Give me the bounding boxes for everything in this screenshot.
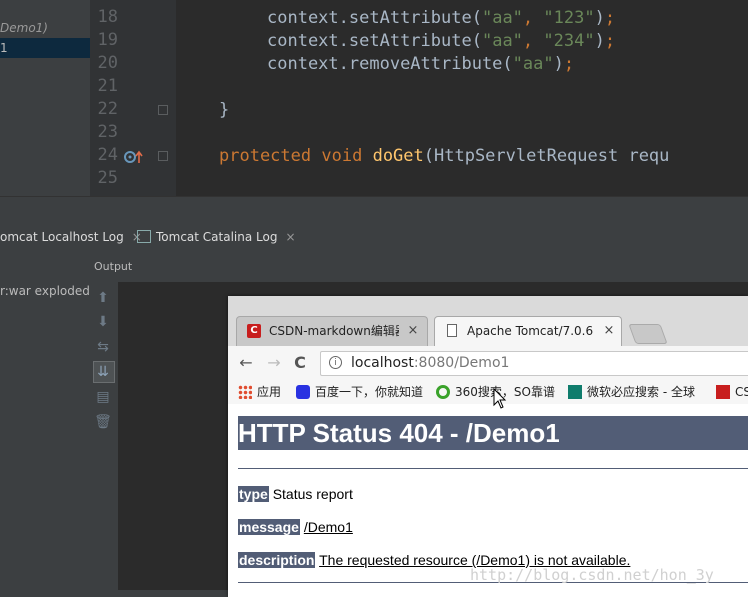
bookmark-apps[interactable]: 应用 [238,380,281,404]
line-number: 18 [97,7,118,27]
tab-catalina-log[interactable]: Tomcat Catalina Log × [137,222,296,252]
deploy-header [0,252,90,282]
360-icon [436,384,450,399]
mouse-cursor-icon [493,388,507,409]
project-tree-item[interactable]: Demo1) [0,18,90,38]
address-bar[interactable]: i localhost:8080/Demo1 [320,351,748,376]
scroll-to-end-icon[interactable]: ⇊ [94,363,112,381]
project-tree-item-selected[interactable]: 1 [0,38,90,58]
tab-localhost-log[interactable]: omcat Localhost Log × [0,222,142,252]
bing-icon [568,384,582,399]
deployment-list [0,282,90,597]
bookmark-csdn[interactable]: CS [716,380,748,404]
arrow-down-icon[interactable]: ⬇ [94,313,112,331]
log-icon [137,230,151,243]
output-header [90,252,748,282]
apps-icon [238,384,252,399]
tab-title: CSDN-markdown编辑器 [269,324,399,338]
info-icon[interactable]: i [329,356,342,369]
watermark: http://blog.csdn.net/hon_3y [470,566,714,584]
browser-tab-csdn[interactable]: C CSDN-markdown编辑器 × [236,316,428,346]
browser-window: C CSDN-markdown编辑器 × Apache Tomcat/7.0.6… [228,296,748,597]
new-tab-button[interactable] [628,324,668,344]
line-number: 20 [97,53,118,73]
output-label: Output [94,260,133,273]
browser-tab-tomcat[interactable]: Apache Tomcat/7.0.6 - × [434,316,622,346]
arrow-up-icon[interactable]: ⬆ [94,289,112,307]
line-number: 24 [97,145,118,165]
fold-marker-icon[interactable] [158,151,168,161]
csdn-favicon-icon: C [247,324,261,338]
close-icon[interactable]: × [601,323,617,339]
code-line-22: } [219,100,230,120]
trash-icon[interactable]: 🗑 [94,413,112,431]
print-icon[interactable]: ▤ [94,388,112,406]
close-icon[interactable]: × [285,230,295,244]
line-number: 19 [97,30,118,50]
message-row: message /Demo1 [238,519,353,535]
fold-marker-icon[interactable] [158,105,168,115]
panel-splitter[interactable] [0,196,748,223]
override-method-icon[interactable] [124,149,146,165]
type-row: type Status report [238,486,353,502]
line-number: 22 [97,99,118,119]
document-favicon-icon [447,324,457,337]
baidu-icon [296,384,310,399]
bookmark-baidu[interactable]: 百度一下，你就知道 [296,380,423,404]
tab-title: Apache Tomcat/7.0.6 - [467,324,595,338]
line-number: 21 [97,76,118,96]
forward-button[interactable]: → [264,353,284,373]
code-line-20: context.removeAttribute("aa"); [267,54,575,74]
code-editor[interactable]: context.setAttribute("aa", "123"); conte… [176,0,748,196]
close-icon[interactable]: × [405,323,421,339]
csdn-icon [716,384,730,399]
back-button[interactable]: ← [236,353,256,373]
bookmarks-bar: 应用 百度一下，你就知道 360搜索，SO靠谱 微软必应搜索 - 全球 CS [228,380,748,405]
code-line-19: context.setAttribute("aa", "234"); [267,31,616,51]
reload-button[interactable]: C [290,353,310,373]
line-number: 23 [97,122,118,142]
bookmark-bing[interactable]: 微软必应搜索 - 全球 [568,380,695,404]
divider [238,468,748,469]
code-line-24: protected void doGet(HttpServletRequest … [219,146,670,166]
url-text: localhost:8080/Demo1 [351,355,510,371]
soft-wrap-icon[interactable]: ⇆ [94,338,112,356]
tool-window-tabs: omcat Localhost Log × Tomcat Catalina Log… [0,222,748,253]
code-line-18: context.setAttribute("aa", "123"); [267,8,616,28]
page-title: HTTP Status 404 - /Demo1 [238,416,748,450]
line-number: 25 [97,168,118,188]
deployment-item[interactable]: r:war exploded [0,284,90,298]
